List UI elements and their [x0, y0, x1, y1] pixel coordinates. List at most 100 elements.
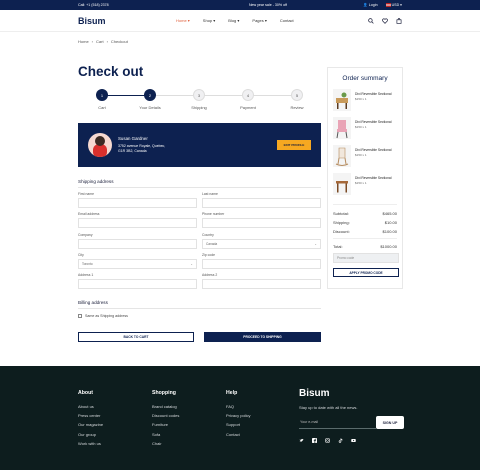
proceed-button[interactable]: PROCEED TO SHIPPING — [204, 332, 321, 342]
nav-shop[interactable]: Shop ▾ — [203, 18, 215, 23]
same-address-checkbox[interactable]: Same as Shipping address — [78, 314, 128, 318]
footer-shopping: Shopping Brand catalog Discount codes Fu… — [152, 390, 180, 446]
footer-link[interactable]: Contact — [226, 432, 250, 437]
profile-name: Susan Gardner — [118, 136, 148, 142]
step-details[interactable]: 2 Your Details — [130, 88, 170, 110]
footer-help: Help FAQ Privacy policy Support Contact — [226, 390, 251, 437]
email-field[interactable] — [78, 218, 197, 228]
footer-link[interactable]: Work with us — [78, 441, 103, 446]
summary-item[interactable]: Dixi Reversible Sectional $150 x 1 — [333, 145, 397, 173]
main-nav: Bisum Home ▾ Shop ▾ Blog ▾ Pages ▾ Conta… — [0, 10, 480, 32]
page-title: Check out — [78, 64, 144, 79]
product-image — [333, 89, 351, 111]
email-label: Email address — [78, 212, 100, 216]
address2-label: Address 2 — [202, 273, 218, 277]
nav-blog[interactable]: Blog ▾ — [228, 18, 239, 23]
phone-field[interactable] — [202, 218, 321, 228]
us-flag-icon — [385, 3, 391, 7]
breadcrumb-checkout: Checkout — [110, 39, 128, 44]
footer-link[interactable]: About us — [78, 404, 103, 409]
step-payment[interactable]: 4 Payment — [228, 88, 268, 110]
first-name-field[interactable] — [78, 198, 197, 208]
apply-promo-button[interactable]: APPLY PROMO CODE — [333, 268, 399, 277]
city-label: City — [78, 253, 84, 257]
phone-label: Phone number — [202, 212, 225, 216]
youtube-icon[interactable] — [351, 438, 356, 443]
last-name-field[interactable] — [202, 198, 321, 208]
promo-text: New year sale - 30% off — [248, 3, 288, 7]
heart-icon[interactable] — [382, 18, 388, 24]
summary-item[interactable]: Dixi Reversible Sectional $150 x 1 — [333, 173, 397, 201]
user-icon: 👤 — [363, 3, 368, 7]
footer: About About us Press center Our magazine… — [0, 366, 480, 470]
logo[interactable]: Bisum — [78, 16, 176, 26]
zip-field[interactable] — [202, 259, 321, 269]
login-link[interactable]: 👤 Login — [363, 3, 377, 7]
summary-item[interactable]: Dixi Reversible Sectional $150 x 1 — [333, 117, 397, 145]
checkout-stepper: 1 Cart 2 Your Details 3 Shipping 4 Payment 5… — [78, 88, 321, 112]
facebook-icon[interactable] — [312, 438, 317, 443]
address1-label: Address 1 — [78, 273, 94, 277]
newsletter-email-input[interactable]: Your e-mail — [299, 416, 376, 429]
footer-link[interactable]: Discount codes — [152, 413, 179, 418]
total-row: Total: $1000.00 — [333, 244, 397, 249]
profile-card: Susan Gardner 3752 avenue Royale, Quebec… — [78, 123, 321, 167]
address2-field[interactable] — [202, 279, 321, 289]
step-cart[interactable]: 1 Cart — [82, 88, 122, 110]
product-image — [333, 145, 351, 167]
company-label: Company — [78, 233, 93, 237]
promo-code-input[interactable]: Promo code — [333, 253, 399, 263]
signup-button[interactable]: SIGN UP — [376, 416, 404, 429]
breadcrumb: Home › Cart › Checkout — [78, 39, 128, 44]
subtotal-row: Subtotal: $465.00 — [333, 211, 397, 216]
top-bar: Call: +1 (518) 2378 New year sale - 30% … — [0, 0, 480, 10]
zip-label: Zip code — [202, 253, 216, 257]
breadcrumb-cart[interactable]: Cart — [96, 39, 104, 44]
nav-contact[interactable]: Contact — [280, 18, 294, 23]
first-name-label: First name — [78, 192, 95, 196]
avatar — [88, 133, 112, 157]
tiktok-icon[interactable] — [338, 438, 343, 443]
country-label: Country — [202, 233, 214, 237]
footer-link[interactable]: Press center — [78, 413, 103, 418]
footer-link[interactable]: Furniture — [152, 422, 179, 427]
footer-link[interactable]: Chair — [152, 441, 179, 446]
edit-profile-button[interactable]: EDIT PROFILE — [277, 140, 311, 150]
nav-pages[interactable]: Pages ▾ — [252, 18, 266, 23]
back-to-cart-button[interactable]: BACK TO CART — [78, 332, 194, 342]
footer-link[interactable]: FAQ — [226, 404, 250, 409]
product-image — [333, 173, 351, 195]
footer-tagline: Stay up to date with all the news. — [299, 405, 358, 410]
currency-select[interactable]: USD ▾ — [385, 3, 402, 7]
footer-link[interactable]: Brand catalog — [152, 404, 179, 409]
city-select[interactable]: Toronto ⌄ — [78, 259, 197, 269]
footer-link[interactable]: Our magazine — [78, 422, 103, 427]
footer-brand: Bisum Stay up to date with all the news.… — [299, 388, 404, 443]
footer-link[interactable]: Support — [226, 422, 250, 427]
footer-link[interactable]: Our group — [78, 432, 103, 437]
footer-link[interactable]: Privacy policy — [226, 413, 250, 418]
summary-title: Order summary — [342, 75, 388, 82]
company-field[interactable] — [78, 239, 197, 249]
twitter-icon[interactable] — [299, 438, 304, 443]
chevron-down-icon: ⌄ — [314, 242, 317, 246]
last-name-label: Last name — [202, 192, 218, 196]
address1-field[interactable] — [78, 279, 197, 289]
search-icon[interactable] — [368, 17, 374, 24]
breadcrumb-home[interactable]: Home — [78, 39, 89, 44]
instagram-icon[interactable] — [325, 438, 330, 443]
profile-address-2: G1R 3B2, Canada — [118, 149, 147, 153]
footer-about: About About us Press center Our magazine… — [78, 390, 104, 446]
order-summary: Order summary Dixi Reversible Sectional $… — [327, 67, 403, 289]
step-review[interactable]: 5 Review — [277, 88, 317, 110]
step-shipping[interactable]: 3 Shipping — [179, 88, 219, 110]
footer-logo: Bisum — [299, 388, 330, 399]
discount-row: Discount: $100.00 — [333, 229, 397, 234]
cart-icon[interactable] — [396, 17, 402, 24]
nav-home[interactable]: Home ▾ — [176, 18, 190, 23]
footer-link[interactable]: Sofa — [152, 432, 179, 437]
chevron-down-icon: ⌄ — [190, 262, 193, 266]
summary-item[interactable]: Dixi Reversible Sectional $150 x 1 — [333, 89, 397, 117]
country-select[interactable]: Canada ⌄ — [202, 239, 321, 249]
product-image — [333, 117, 351, 139]
